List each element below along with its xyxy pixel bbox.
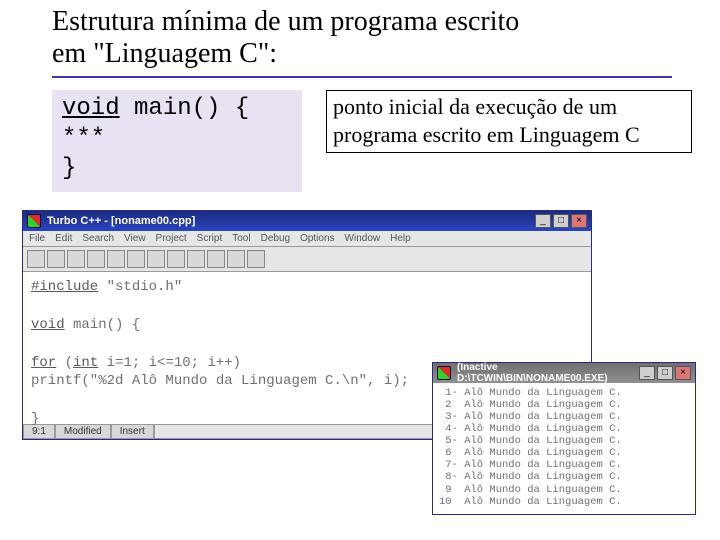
callout-line-1: ponto inicial da execução de um <box>333 94 617 119</box>
title-line-1: Estrutura mínima de um programa escrito <box>52 6 519 37</box>
close-button[interactable]: × <box>675 366 691 380</box>
maximize-button[interactable]: □ <box>553 214 569 228</box>
toolbar-button[interactable] <box>87 250 105 268</box>
app-icon <box>437 366 451 380</box>
maximize-button[interactable]: □ <box>657 366 673 380</box>
toolbar-button[interactable] <box>227 250 245 268</box>
toolbar-button[interactable] <box>47 250 65 268</box>
title-line-2: em "Linguagem C": <box>52 38 277 69</box>
menu-item[interactable]: Help <box>390 233 411 244</box>
menu-item[interactable]: Script <box>197 233 223 244</box>
menu-item[interactable]: Edit <box>55 233 72 244</box>
toolbar-button[interactable] <box>107 250 125 268</box>
toolbar-button[interactable] <box>247 250 265 268</box>
code-line-1: void main() { <box>62 94 292 124</box>
editor-line: void <box>31 317 65 333</box>
menu-item[interactable]: View <box>124 233 146 244</box>
menu-item[interactable]: Debug <box>261 233 290 244</box>
toolbar-button[interactable] <box>67 250 85 268</box>
toolbar-button[interactable] <box>187 250 205 268</box>
menu-item[interactable]: Project <box>156 233 187 244</box>
close-button[interactable]: × <box>571 214 587 228</box>
menu-item[interactable]: Window <box>345 233 381 244</box>
toolbar-button[interactable] <box>127 250 145 268</box>
keyword-void: void <box>62 95 120 122</box>
callout-line-2: programa escrito em Linguagem C <box>333 122 640 147</box>
ide-toolbar <box>23 247 591 272</box>
toolbar-button[interactable] <box>147 250 165 268</box>
menu-item[interactable]: Tool <box>232 233 250 244</box>
console-output: 1- Alô Mundo da Linguagem C. 2 Alô Mundo… <box>433 383 695 514</box>
ide-title-text: Turbo C++ - [noname00.cpp] <box>47 215 529 227</box>
ide-titlebar: Turbo C++ - [noname00.cpp] _ □ × <box>23 211 591 231</box>
code-snippet-box: void main() { *** } <box>52 90 302 192</box>
menu-item[interactable]: Options <box>300 233 334 244</box>
editor-line: #include <box>31 279 98 295</box>
menu-item[interactable]: File <box>29 233 45 244</box>
menu-item[interactable]: Search <box>82 233 114 244</box>
editor-line: for <box>31 355 56 371</box>
slide-title: Estrutura mínima de um programa escrito … <box>52 6 720 70</box>
app-icon <box>27 214 41 228</box>
console-titlebar: (Inactive D:\TCWIN\BIN\NONAME00.EXE) _ □… <box>433 363 695 383</box>
minimize-button[interactable]: _ <box>639 366 655 380</box>
console-title-text: (Inactive D:\TCWIN\BIN\NONAME00.EXE) <box>457 362 633 384</box>
minimize-button[interactable]: _ <box>535 214 551 228</box>
annotation-callout: ponto inicial da execução de um programa… <box>326 90 692 153</box>
toolbar-button[interactable] <box>27 250 45 268</box>
toolbar-button[interactable] <box>167 250 185 268</box>
ide-menubar: File Edit Search View Project Script Too… <box>23 231 591 247</box>
console-window: (Inactive D:\TCWIN\BIN\NONAME00.EXE) _ □… <box>432 362 696 515</box>
toolbar-button[interactable] <box>207 250 225 268</box>
code-line-2: *** <box>62 124 292 154</box>
code-line-3: } <box>62 154 292 184</box>
